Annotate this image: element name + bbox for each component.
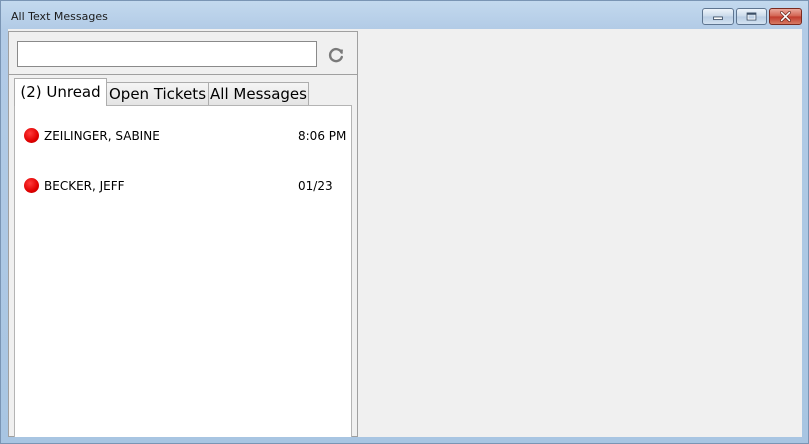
message-time: 01/23	[298, 179, 333, 193]
client-area: (2) Unread Open Tickets All Messages ZEI…	[8, 29, 802, 437]
message-detail-area	[359, 29, 802, 437]
search-input[interactable]	[17, 41, 317, 67]
app-window: All Text Messages (2) Unread Open Ticket…	[0, 0, 809, 444]
refresh-button[interactable]	[325, 44, 347, 66]
unread-dot-icon	[24, 128, 39, 143]
minimize-icon	[713, 16, 723, 21]
divider	[9, 74, 357, 75]
tab-unread[interactable]: (2) Unread	[14, 78, 107, 106]
maximize-icon	[746, 12, 757, 21]
window-title: All Text Messages	[11, 10, 108, 23]
message-time: 8:06 PM	[298, 129, 347, 143]
unread-dot-icon	[24, 178, 39, 193]
tab-open-tickets[interactable]: Open Tickets	[106, 82, 209, 105]
message-row[interactable]: ZEILINGER, SABINE 8:06 PM	[15, 124, 351, 148]
contact-name: ZEILINGER, SABINE	[44, 129, 160, 143]
message-list: ZEILINGER, SABINE 8:06 PM BECKER, JEFF 0…	[14, 105, 352, 437]
maximize-button[interactable]	[736, 8, 767, 25]
close-icon	[780, 11, 791, 22]
contact-name: BECKER, JEFF	[44, 179, 125, 193]
close-button[interactable]	[769, 8, 802, 25]
refresh-icon	[328, 47, 343, 63]
messages-panel: (2) Unread Open Tickets All Messages ZEI…	[8, 31, 358, 437]
message-row[interactable]: BECKER, JEFF 01/23	[15, 174, 351, 198]
title-bar[interactable]: All Text Messages	[1, 1, 808, 29]
tab-all-messages[interactable]: All Messages	[208, 82, 309, 105]
minimize-button[interactable]	[702, 8, 734, 25]
